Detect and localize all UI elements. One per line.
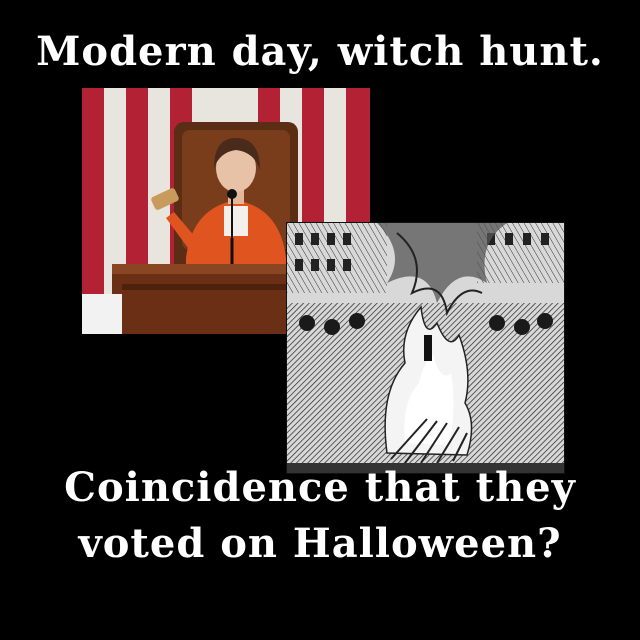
engraving-illustration [287,223,564,473]
engraving-photo [286,222,565,474]
meme-bottom-caption: Coincidence that they voted on Halloween… [0,460,640,572]
bottom-caption-line-2: voted on Halloween? [78,520,562,567]
bottom-caption-line-1: Coincidence that they [64,464,576,511]
meme-top-caption: Modern day, witch hunt. [36,28,604,75]
